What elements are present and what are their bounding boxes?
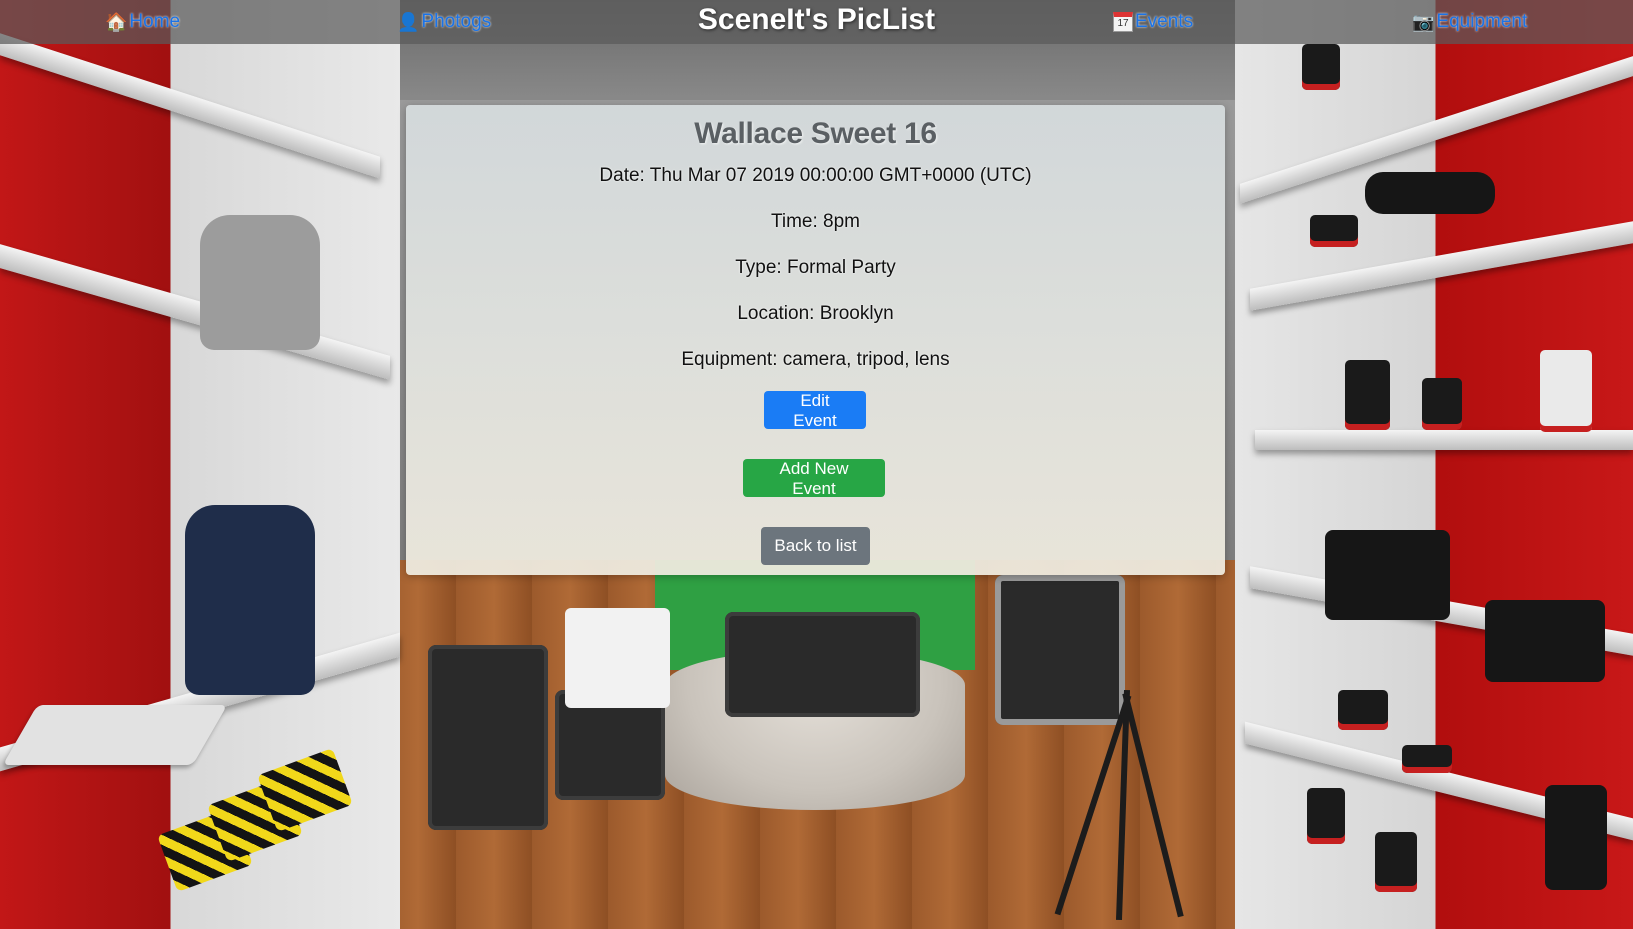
event-type-value: Formal Party xyxy=(787,257,896,278)
calendar-icon: 17 xyxy=(1113,12,1133,32)
gray-backpack xyxy=(200,215,320,350)
add-new-event-button[interactable]: Add New Event xyxy=(743,459,885,498)
event-location-value: Brooklyn xyxy=(819,303,894,324)
lens xyxy=(1402,745,1452,773)
event-equipment-value: camera, tripod, lens xyxy=(782,349,950,370)
event-time: Time: 8pm xyxy=(406,211,1225,233)
nav-link-photogs[interactable]: 👤 Photogs xyxy=(397,10,491,34)
lens xyxy=(1540,350,1592,432)
edit-event-button[interactable]: Edit Event xyxy=(764,391,866,430)
lens xyxy=(1302,44,1340,90)
nav-link-home[interactable]: 🏠 Home xyxy=(105,10,180,34)
lens xyxy=(1345,360,1390,430)
event-equipment-label: Equipment: xyxy=(681,349,778,370)
camera xyxy=(1325,530,1450,620)
laptop xyxy=(2,705,228,765)
lens xyxy=(1422,378,1462,430)
site-brand: SceneIt's PicList xyxy=(697,3,936,36)
event-time-label: Time: xyxy=(770,211,818,232)
equipment-case xyxy=(725,612,920,717)
event-date-value: Thu Mar 07 2019 00:00:00 GMT+0000 (UTC) xyxy=(649,165,1032,186)
flight-case xyxy=(995,575,1125,725)
event-type: Type: Formal Party xyxy=(406,257,1225,279)
right-shelf xyxy=(1255,430,1633,450)
nav-link-label: Equipment xyxy=(1436,11,1528,32)
event-details-card: Wallace Sweet 16 Date: Thu Mar 07 2019 0… xyxy=(406,105,1225,575)
nav-link-events[interactable]: 17 Events xyxy=(1113,10,1193,34)
event-location: Location: Brooklyn xyxy=(406,303,1225,325)
navy-backpack xyxy=(185,505,315,695)
rolling-case xyxy=(428,645,548,830)
back-to-list-button[interactable]: Back to list xyxy=(761,527,870,565)
camera-icon: 📷 xyxy=(1412,11,1435,32)
speedlight-flash xyxy=(1545,785,1607,890)
nav-link-label: Photogs xyxy=(421,11,492,32)
event-equipment: Equipment: camera, tripod, lens xyxy=(406,349,1225,371)
event-time-value: 8pm xyxy=(823,211,861,232)
lens xyxy=(1375,832,1417,892)
lens xyxy=(1307,788,1345,844)
event-type-label: Type: xyxy=(735,257,782,278)
person-icon: 👤 xyxy=(397,11,420,32)
event-date: Date: Thu Mar 07 2019 00:00:00 GMT+0000 … xyxy=(406,165,1225,187)
nav-link-label: Events xyxy=(1135,11,1194,32)
nav-link-label: Home xyxy=(129,11,181,32)
event-date-label: Date: xyxy=(599,165,645,186)
event-location-label: Location: xyxy=(737,303,815,324)
house-icon: 🏠 xyxy=(105,11,128,32)
camera xyxy=(1485,600,1605,682)
top-navbar: 🏠 Home 👤 Photogs SceneIt's PicList 17 Ev… xyxy=(0,0,1633,44)
photo-printer xyxy=(565,608,670,708)
lens xyxy=(1338,690,1388,730)
lens xyxy=(1310,215,1358,247)
nav-link-equipment[interactable]: 📷 Equipment xyxy=(1412,10,1527,34)
telephoto-lens xyxy=(1365,172,1495,214)
event-title: Wallace Sweet 16 xyxy=(694,117,937,150)
